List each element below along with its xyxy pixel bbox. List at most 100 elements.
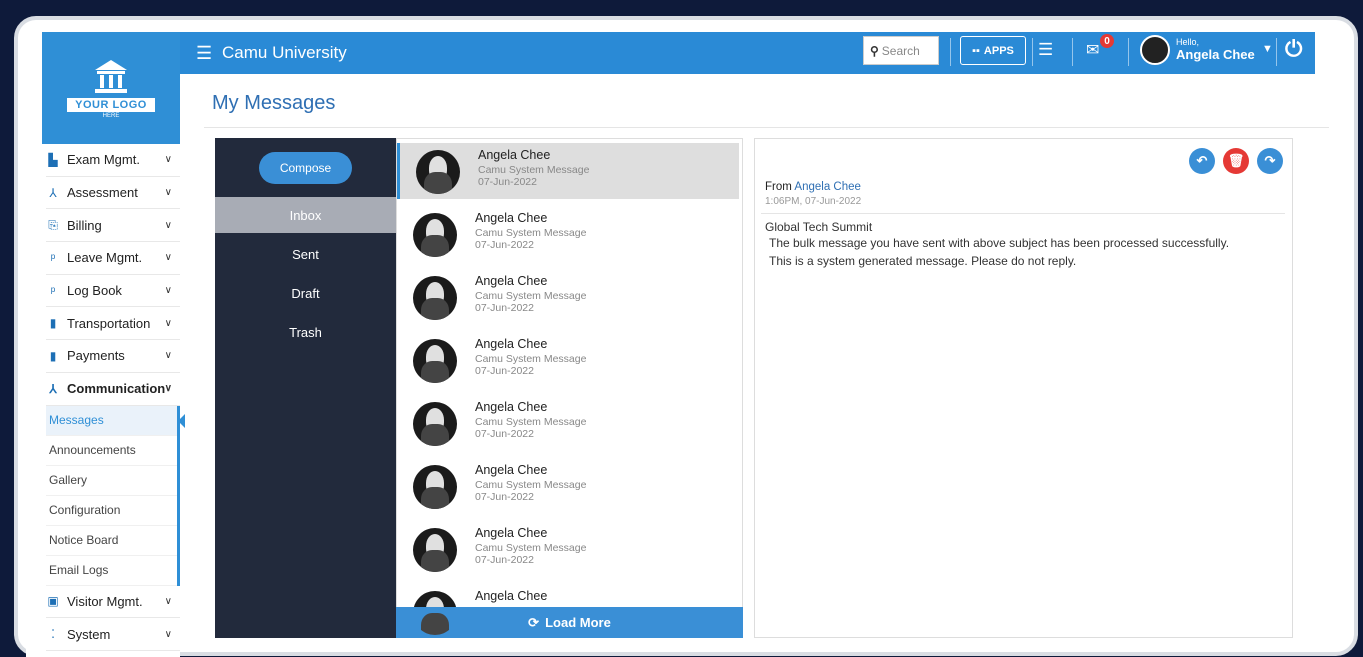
chevron-down-icon: ∨ bbox=[164, 383, 172, 395]
forward-icon[interactable]: ↷ bbox=[1257, 148, 1283, 174]
sidebar-item-payments[interactable]: ▮ Payments ∨ bbox=[46, 340, 180, 373]
delete-icon[interactable]: 🗑 bbox=[1223, 148, 1249, 174]
sidebar-item-label: Leave Mgmt. bbox=[67, 250, 143, 266]
user-name[interactable]: Angela Chee bbox=[1176, 47, 1255, 62]
sender-name: Angela Chee bbox=[475, 589, 548, 603]
from-name[interactable]: Angela Chee bbox=[794, 181, 861, 193]
sidebar-item-system[interactable]: ⁚ System ∨ bbox=[46, 618, 180, 651]
divider bbox=[1032, 38, 1033, 66]
avatar bbox=[413, 465, 457, 509]
sidebar-item-label: Assessment bbox=[67, 185, 138, 201]
divider bbox=[1072, 38, 1073, 66]
message-subject: Camu System Message bbox=[475, 227, 587, 239]
message-subject: Camu System Message bbox=[475, 290, 587, 302]
sidebar-subitem-notice-board[interactable]: Notice Board bbox=[46, 526, 177, 556]
sender-name: Angela Chee bbox=[478, 148, 551, 162]
message-body-line: This is a system generated message. Plea… bbox=[769, 254, 1077, 268]
sidebar-subitem-gallery[interactable]: Gallery bbox=[46, 466, 177, 496]
university-logo-icon bbox=[95, 59, 127, 93]
sidebar-item-label: Billing bbox=[67, 217, 102, 233]
visitor-icon: ▣ bbox=[47, 594, 59, 609]
list-item[interactable]: Angela Chee Camu System Message 07-Jun-202… bbox=[397, 395, 739, 451]
divider bbox=[1276, 38, 1277, 66]
sidebar-item-label: System bbox=[67, 626, 111, 642]
list-item[interactable]: Angela Chee Camu System Message 07-Jun-202… bbox=[397, 269, 739, 325]
folder-draft[interactable]: Draft bbox=[215, 275, 396, 311]
load-more-label: Load More bbox=[545, 615, 611, 630]
list-item[interactable]: Angela Chee Camu System Message 07-Jun-202… bbox=[397, 458, 739, 514]
chevron-down-icon: ∨ bbox=[164, 187, 172, 199]
chevron-down-icon: ∨ bbox=[164, 350, 172, 362]
reply-icon[interactable]: ↶ bbox=[1189, 148, 1215, 174]
list-item[interactable]: Angela Chee Camu System Message 07-Jun-202… bbox=[397, 332, 739, 388]
folder-panel: Compose Inbox Sent Draft Trash bbox=[215, 138, 396, 638]
sidebar-item-label: Transportation bbox=[67, 315, 151, 331]
folder-inbox[interactable]: Inbox bbox=[215, 197, 396, 233]
app-title: Camu University bbox=[222, 43, 347, 62]
divider bbox=[1128, 38, 1129, 66]
sidebar-item-assessment[interactable]: ⅄ Assessment ∨ bbox=[46, 177, 180, 210]
message-subject: Camu System Message bbox=[475, 416, 587, 428]
mail-badge: 0 bbox=[1100, 34, 1114, 48]
avatar bbox=[416, 150, 460, 194]
chevron-down-icon: ∨ bbox=[164, 317, 172, 329]
chevron-down-icon: ∨ bbox=[164, 595, 172, 607]
user-avatar[interactable] bbox=[1140, 35, 1170, 65]
billing-icon: ⎘ bbox=[48, 217, 58, 232]
sidebar-item-leave-mgmt[interactable]: ᵖ Leave Mgmt. ∨ bbox=[46, 242, 180, 275]
caret-down-icon[interactable]: ▼ bbox=[1262, 43, 1273, 55]
apps-label: APPS bbox=[983, 44, 1014, 57]
top-navbar: ☰ Camu University ⚲ Search ▪▪ APPS ☰ ✉ 0 H… bbox=[180, 32, 1315, 74]
message-date: 07-Jun-2022 bbox=[475, 554, 534, 566]
sidebar-subitem-email-logs[interactable]: Email Logs bbox=[46, 556, 177, 586]
folder-trash[interactable]: Trash bbox=[215, 314, 396, 350]
from-line: From Angela Chee bbox=[765, 181, 861, 193]
mail-icon[interactable]: ✉ bbox=[1086, 40, 1099, 60]
chevron-down-icon: ∨ bbox=[164, 219, 172, 231]
compose-button[interactable]: Compose bbox=[259, 152, 352, 184]
toggle-panel-icon[interactable]: ☰ bbox=[1038, 40, 1053, 60]
communication-submenu: Messages Announcements Gallery Configura… bbox=[46, 405, 185, 586]
sidebar-item-billing[interactable]: ⎘ Billing ∨ bbox=[46, 209, 180, 243]
chevron-down-icon: ∨ bbox=[164, 628, 172, 640]
divider bbox=[204, 127, 1329, 128]
avatar bbox=[413, 402, 457, 446]
message-date: 07-Jun-2022 bbox=[478, 176, 537, 188]
sidebar-item-visitor-mgmt[interactable]: ▣ Visitor Mgmt. ∨ bbox=[46, 586, 180, 619]
sender-name: Angela Chee bbox=[475, 526, 548, 540]
message-subject: Camu System Message bbox=[478, 164, 590, 176]
message-date: 07-Jun-2022 bbox=[475, 491, 534, 503]
active-indicator bbox=[178, 413, 185, 428]
sidebar-item-communication[interactable]: ⅄ Communication ∨ bbox=[46, 373, 180, 406]
avatar bbox=[413, 528, 457, 572]
chevron-down-icon: ∨ bbox=[164, 154, 172, 166]
sidebar-item-transportation[interactable]: ▮ Transportation ∨ bbox=[46, 307, 180, 341]
sidebar-item-label: Payments bbox=[67, 348, 125, 364]
sidebar-item-exam-mgmt[interactable]: ▙ Exam Mgmt. ∨ bbox=[46, 144, 180, 177]
search-input[interactable]: ⚲ Search bbox=[863, 36, 939, 65]
list-item[interactable]: Angela Chee Camu System Message 07-Jun-202… bbox=[397, 206, 739, 262]
message-subject: Camu System Message bbox=[475, 542, 587, 554]
page-title: My Messages bbox=[212, 92, 336, 114]
avatar bbox=[413, 213, 457, 257]
apps-grid-icon: ▪▪ bbox=[972, 44, 980, 57]
message-subject-title: Global Tech Summit bbox=[765, 220, 873, 234]
assessment-icon: ⅄ bbox=[49, 185, 57, 200]
sidebar-item-label: Exam Mgmt. bbox=[67, 152, 140, 168]
sidebar-item-log-book[interactable]: ᵖ Log Book ∨ bbox=[46, 275, 180, 308]
sender-name: Angela Chee bbox=[475, 211, 548, 225]
sidebar-subitem-configuration[interactable]: Configuration bbox=[46, 496, 177, 526]
sidebar-subitem-messages[interactable]: Messages bbox=[46, 405, 177, 436]
power-icon[interactable]: ⏻ bbox=[1285, 36, 1302, 62]
search-placeholder: Search bbox=[881, 43, 920, 58]
list-item[interactable]: Angela Chee Camu System Message 07-Jun-202… bbox=[397, 143, 739, 199]
list-item[interactable]: Angela Chee Camu System Message 07-Jun-202… bbox=[397, 521, 739, 577]
hamburger-menu-icon[interactable]: ☰ bbox=[196, 43, 216, 64]
folder-sent[interactable]: Sent bbox=[215, 236, 396, 272]
message-body-line: The bulk message you have sent with abov… bbox=[769, 236, 1230, 250]
search-icon: ⚲ bbox=[870, 43, 879, 58]
sidebar-menu: ▙ Exam Mgmt. ∨ ⅄ Assessment ∨ ⎘ Billing ∨ ᵖ Lea… bbox=[46, 144, 185, 651]
apps-button[interactable]: ▪▪ APPS bbox=[960, 36, 1026, 65]
logo: YOUR LOGO HERE bbox=[42, 32, 180, 144]
sidebar-subitem-announcements[interactable]: Announcements bbox=[46, 436, 177, 466]
